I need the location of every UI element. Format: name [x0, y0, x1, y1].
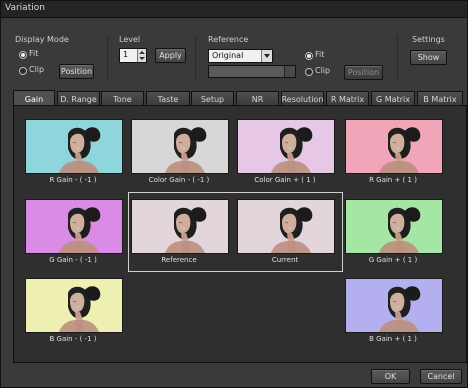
tab-setup[interactable]: Setup	[191, 91, 234, 106]
current-caption: Current	[271, 256, 299, 264]
settings-show-button[interactable]: Show	[410, 50, 447, 65]
reference-fit-label: Fit	[315, 50, 325, 59]
cancel-button[interactable]: Cancel	[420, 369, 462, 384]
variation-caption: B Gain - ( -1 )	[49, 335, 97, 343]
display-mode-fit-radio[interactable]	[19, 51, 27, 59]
tab-g-matrix[interactable]: G Matrix	[371, 91, 415, 106]
reference-caption: Reference	[161, 256, 197, 264]
window-title: Variation	[5, 3, 45, 13]
settings-title: Settings	[412, 35, 445, 44]
variation-caption: Color Gain + ( 1 )	[254, 176, 316, 184]
tab-r-matrix[interactable]: R Matrix	[326, 91, 369, 106]
variation-thumbnail[interactable]	[25, 278, 123, 333]
variation-thumbnail[interactable]	[25, 119, 123, 174]
reference-title: Reference	[208, 35, 249, 44]
variation-caption: Color Gain - ( -1 )	[148, 176, 210, 184]
level-spinbox[interactable]: 1	[119, 48, 147, 63]
current-thumbnail[interactable]	[237, 199, 335, 254]
reference-clip-label: Clip	[315, 66, 331, 75]
reference-path-field	[208, 65, 296, 78]
reference-position-button[interactable]: Position	[344, 65, 383, 80]
display-mode-fit-label: Fit	[29, 49, 39, 58]
ok-button[interactable]: OK	[371, 369, 410, 384]
reference-clip-radio[interactable]	[305, 68, 313, 76]
display-mode-clip-radio[interactable]	[19, 67, 27, 75]
variation-thumbnail[interactable]	[345, 278, 443, 333]
variation-thumbnail[interactable]	[237, 119, 335, 174]
section-divider	[107, 35, 108, 79]
level-value: 1	[123, 50, 129, 59]
tab-taste[interactable]: Taste	[146, 91, 190, 106]
display-mode-title: Display Mode	[15, 35, 69, 44]
level-title: Level	[119, 35, 141, 44]
reference-thumbnail[interactable]	[131, 199, 229, 254]
section-divider	[195, 35, 196, 79]
tab-nr[interactable]: NR	[236, 91, 279, 106]
level-stepper-arrows[interactable]	[137, 49, 146, 62]
variation-caption: R Gain - ( -1 )	[49, 176, 97, 184]
display-mode-clip-label: Clip	[29, 65, 45, 74]
display-mode-position-button[interactable]: Position	[59, 64, 94, 79]
tab-resolution[interactable]: Resolution	[281, 91, 324, 106]
variation-thumbnail[interactable]	[345, 199, 443, 254]
chevron-down-icon[interactable]	[261, 50, 272, 62]
apply-button[interactable]: Apply	[155, 48, 186, 63]
tab-d-range[interactable]: D. Range	[57, 91, 100, 106]
variation-thumbnail[interactable]	[345, 119, 443, 174]
tab-tone[interactable]: Tone	[101, 91, 144, 106]
variation-caption: B Gain + ( 1 )	[369, 335, 417, 343]
variation-caption: R Gain + ( 1 )	[369, 176, 417, 184]
reference-fit-radio[interactable]	[305, 52, 313, 60]
variation-thumbnail[interactable]	[25, 199, 123, 254]
reference-select-value: Original	[212, 51, 244, 60]
variation-thumbnail[interactable]	[131, 119, 229, 174]
tab-b-matrix[interactable]: B Matrix	[417, 91, 463, 106]
title-bar: Variation	[1, 1, 467, 18]
reference-browse-end	[284, 66, 295, 77]
variation-caption: G Gain - ( -1 )	[49, 256, 97, 264]
reference-select[interactable]: Original	[208, 49, 273, 63]
tab-strip: Gain D. Range Tone Taste Setup NR Resolu…	[13, 90, 465, 107]
variation-caption: G Gain + ( 1 )	[368, 256, 418, 264]
variation-window: Variation Display Mode Fit Clip Position…	[0, 0, 468, 388]
section-divider	[397, 35, 398, 79]
